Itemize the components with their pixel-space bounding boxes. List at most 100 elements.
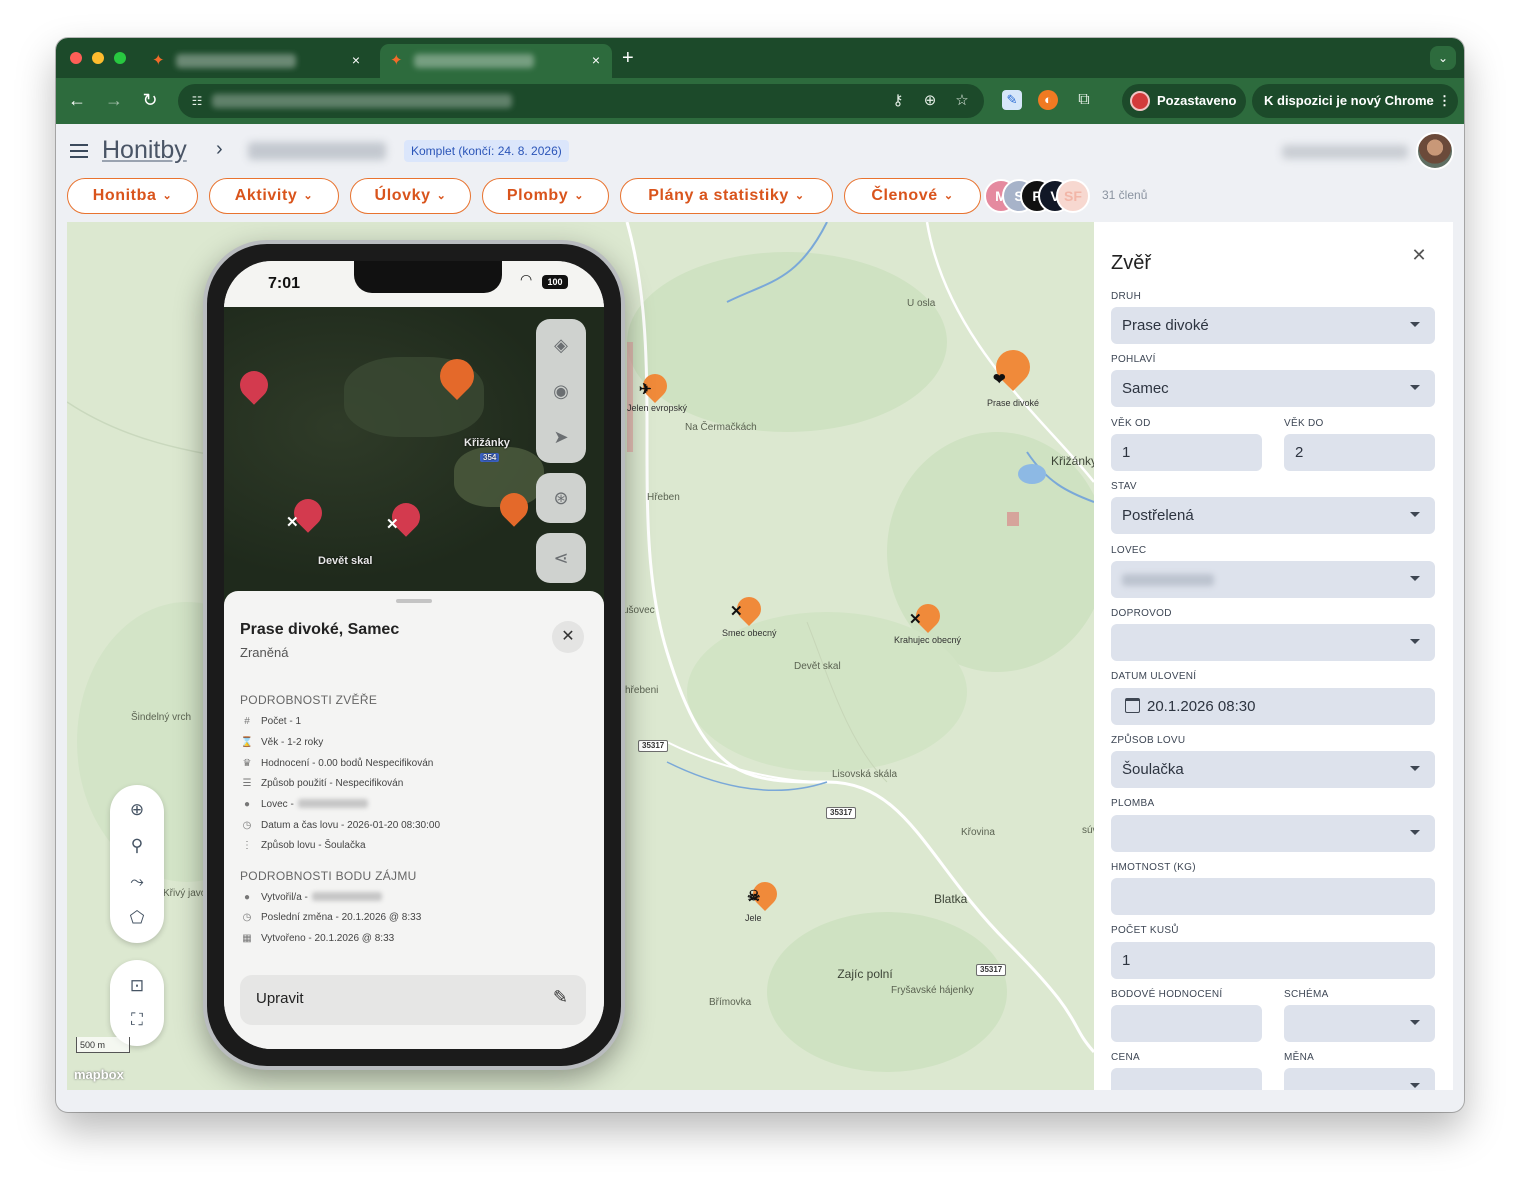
schema-select[interactable] xyxy=(1284,1005,1435,1042)
minimize-window-button[interactable] xyxy=(92,52,104,64)
menu-plany-statistiky[interactable]: Plány a statistiky ⌄ xyxy=(620,178,833,214)
site-settings-icon[interactable]: ☷ xyxy=(186,90,208,112)
tab-close-button[interactable]: × xyxy=(352,50,360,70)
select-area-icon[interactable]: ⛶ xyxy=(123,1006,151,1034)
menu-aktivity[interactable]: Aktivity ⌄ xyxy=(209,178,339,214)
kebab-menu-icon[interactable]: ⋮ xyxy=(1438,84,1451,118)
hamburger-menu-icon[interactable] xyxy=(70,144,88,158)
app-header: Honitby › Komplet (končí: 24. 8. 2026) xyxy=(56,124,1464,174)
hunt-method-icon: ⋮ xyxy=(242,840,252,851)
datum-input[interactable]: 20.1.2026 08:30 xyxy=(1111,688,1435,725)
plomba-select[interactable] xyxy=(1111,815,1435,852)
orange-extension-icon[interactable]: ◐ xyxy=(1038,90,1058,110)
address-bar[interactable]: ☷ ⚷ ⊕ ☆ xyxy=(178,84,984,118)
druh-select[interactable]: Prase divoké xyxy=(1111,307,1435,344)
layers-icon[interactable]: ◈ xyxy=(549,333,573,357)
menu-label: Honitba xyxy=(92,187,157,204)
tab-search-button[interactable]: ⌄ xyxy=(1430,46,1456,70)
chevron-down-icon: ⌄ xyxy=(794,190,805,202)
back-button[interactable]: ← xyxy=(66,89,88,111)
update-chip-label: K dispozici je nový Chrome xyxy=(1264,93,1434,108)
field-label: MĚNA xyxy=(1284,1052,1315,1063)
menu-clenove[interactable]: Členové ⌄ xyxy=(844,178,981,214)
menu-honitba[interactable]: Honitba ⌄ xyxy=(67,178,198,214)
menu-plomby[interactable]: Plomby ⌄ xyxy=(482,178,609,214)
browser-tab-2-active[interactable]: ✦ × xyxy=(380,44,612,78)
field-value: Postřelená xyxy=(1122,507,1194,524)
field-label: POČET KUSŮ xyxy=(1111,925,1179,936)
browser-tab-1[interactable]: ✦ × xyxy=(142,44,372,78)
sheet-close-button[interactable]: ✕ xyxy=(552,621,584,653)
panel-close-button[interactable]: ✕ xyxy=(1408,244,1430,266)
menu-label: Úlovky xyxy=(374,187,431,204)
tab-strip: ✦ × ✦ × + ⌄ xyxy=(56,38,1464,78)
map-label: Hřeben xyxy=(647,492,680,503)
bodove-hodnoceni-input[interactable] xyxy=(1111,1005,1262,1042)
phone-compass-control[interactable]: ⊛ xyxy=(536,473,586,523)
key-icon[interactable]: ⚷ xyxy=(888,91,908,111)
stav-select[interactable]: Postřelená xyxy=(1111,497,1435,534)
member-count[interactable]: 31 členů xyxy=(1102,188,1147,202)
draw-line-icon[interactable]: ⤳ xyxy=(123,868,151,896)
zoom-icon[interactable]: ⊕ xyxy=(920,91,940,111)
chevron-down-icon: ⌄ xyxy=(574,190,585,202)
calendar-icon[interactable] xyxy=(1125,698,1140,713)
field-label: POHLAVÍ xyxy=(1111,354,1156,365)
mena-select[interactable] xyxy=(1284,1068,1435,1090)
detail-row: ⌛ Věk - 1-2 roky xyxy=(240,735,323,751)
phone-satellite-map[interactable]: Křižánky 354 Devět skal ✕ ✕ ◈ ◉ ➤ ⊛ ⋖ xyxy=(224,307,604,607)
extensions-puzzle-icon[interactable]: ⧉ xyxy=(1074,90,1094,110)
chevron-down-icon: ⌄ xyxy=(436,190,447,202)
unlock-icon[interactable]: ⊡ xyxy=(123,972,151,1000)
page-title[interactable]: Honitby xyxy=(102,136,187,165)
vek-od-input[interactable]: 1 xyxy=(1111,434,1262,471)
phone-map-controls: ◈ ◉ ➤ xyxy=(536,319,586,463)
menu-ulovky[interactable]: Úlovky ⌄ xyxy=(350,178,471,214)
browser-toolbar: ← → ↻ ☷ ⚷ ⊕ ☆ ✎ ◐ ⧉ Pozastaveno K dispoz… xyxy=(56,78,1464,124)
add-circle-icon[interactable]: ⊕ xyxy=(123,796,151,824)
field-value: Samec xyxy=(1122,380,1169,397)
field-value: Prase divoké xyxy=(1122,317,1209,334)
vek-do-input[interactable]: 2 xyxy=(1284,434,1435,471)
cena-input[interactable] xyxy=(1111,1068,1262,1090)
zpusob-lovu-select[interactable]: Šoulačka xyxy=(1111,751,1435,788)
new-tab-button[interactable]: + xyxy=(622,47,634,69)
lovec-select[interactable] xyxy=(1111,561,1435,598)
draw-polygon-icon[interactable]: ⬠ xyxy=(123,904,151,932)
eye-icon[interactable]: ◉ xyxy=(549,379,573,403)
missed-x-icon: ✕ xyxy=(909,611,922,628)
pocet-kusu-input[interactable]: 1 xyxy=(1111,942,1435,979)
location-arrow-icon[interactable]: ➤ xyxy=(549,425,573,449)
hmotnost-input[interactable] xyxy=(1111,878,1435,915)
road-number-badge: 354 xyxy=(480,453,500,462)
profile-chip[interactable]: Pozastaveno xyxy=(1122,84,1246,118)
notes-extension-icon[interactable]: ✎ xyxy=(1002,90,1022,110)
star-icon[interactable]: ☆ xyxy=(952,91,972,111)
detail-text: Datum a čas lovu - 2026-01-20 08:30:00 xyxy=(261,820,440,831)
menu-label: Aktivity xyxy=(234,187,298,204)
add-pin-icon[interactable]: ⚲ xyxy=(123,832,151,860)
close-window-button[interactable] xyxy=(70,52,82,64)
pohlavi-select[interactable]: Samec xyxy=(1111,370,1435,407)
sheet-grabber[interactable] xyxy=(396,599,432,603)
profile-chip-label: Pozastaveno xyxy=(1157,93,1237,108)
user-avatar[interactable] xyxy=(1416,132,1454,170)
doprovod-select[interactable] xyxy=(1111,624,1435,661)
pin-label: Prase divoké xyxy=(987,398,1040,408)
forward-button[interactable]: → xyxy=(103,89,125,111)
tab-close-button[interactable]: × xyxy=(592,50,600,70)
clock-icon: ◷ xyxy=(242,912,252,923)
member-avatar[interactable]: SF xyxy=(1056,179,1090,213)
zoom-window-button[interactable] xyxy=(114,52,126,64)
road-number-badge: 35317 xyxy=(638,740,669,752)
update-chrome-chip[interactable]: K dispozici je nový Chrome ⋮ xyxy=(1252,84,1458,118)
mapbox-logo: mapbox xyxy=(74,1067,124,1082)
map-label: Křižánky xyxy=(1051,454,1094,468)
phone-share-control[interactable]: ⋖ xyxy=(536,533,586,583)
detail-row: ◷ Datum a čas lovu - 2026-01-20 08:30:00 xyxy=(240,818,440,834)
map-canvas[interactable]: U osla Na Čermačkách Křižánky Hřeben ušo… xyxy=(67,222,1094,1090)
reload-button[interactable]: ↻ xyxy=(139,89,161,111)
deer-pin[interactable] xyxy=(234,365,274,405)
field-label: VĚK OD xyxy=(1111,418,1151,429)
edit-button[interactable]: Upravit ✎ xyxy=(240,975,586,1025)
